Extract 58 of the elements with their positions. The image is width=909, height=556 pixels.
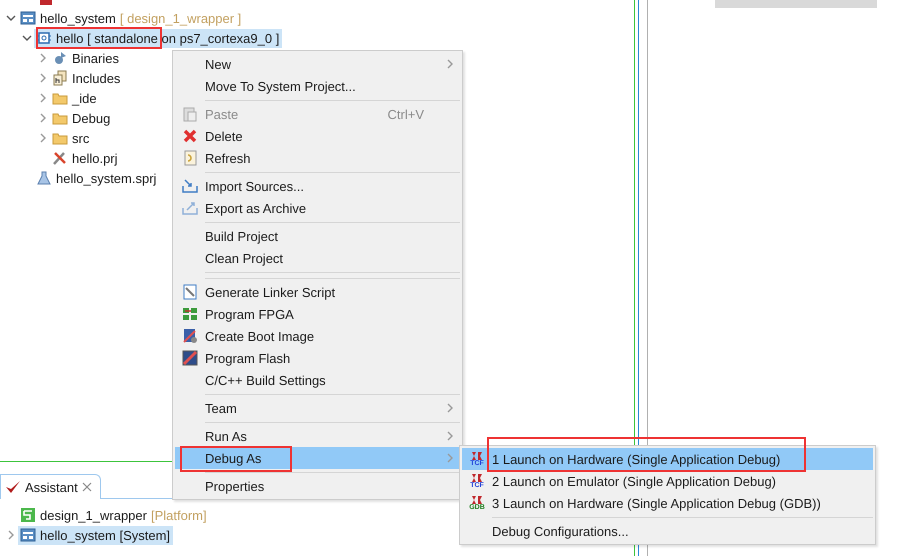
menu-item[interactable]: Program FPGA: [175, 303, 460, 325]
menu-item[interactable]: C/C++ Build Settings: [175, 369, 460, 391]
checkmark-icon: [5, 480, 21, 494]
tree-item[interactable]: design_1_wrapper [Platform]: [18, 506, 210, 524]
tree-item[interactable]: hello_system.sprj: [34, 168, 160, 188]
tree-item[interactable]: Includes: [50, 68, 124, 88]
menu-item[interactable]: Run As: [175, 425, 460, 447]
refresh-icon: [182, 150, 198, 166]
image-gear-icon: [182, 328, 198, 344]
expand-icon[interactable]: [38, 73, 48, 83]
close-icon[interactable]: [82, 482, 92, 492]
menu-item[interactable]: Build Project: [175, 225, 460, 247]
menu-item[interactable]: Export as Archive: [175, 197, 460, 219]
tree-item[interactable]: hello_system [ design_1_wrapper ]: [18, 8, 244, 28]
tree-item[interactable]: hello.prj: [50, 148, 121, 168]
system-icon: [20, 527, 36, 543]
expand-icon[interactable]: [38, 93, 48, 103]
tree-item[interactable]: Binaries: [50, 48, 122, 68]
menu-item[interactable]: Team: [175, 397, 460, 419]
menu-item[interactable]: New: [175, 53, 460, 75]
expand-icon[interactable]: [38, 133, 48, 143]
board-icon: [182, 306, 198, 322]
menu-item[interactable]: Import Sources...: [175, 175, 460, 197]
import-icon: [182, 178, 198, 194]
system-icon: [20, 10, 36, 26]
tree-item[interactable]: _ide: [50, 88, 100, 108]
binaries-icon: [52, 50, 68, 66]
menu-item[interactable]: Refresh: [175, 147, 460, 169]
document-icon: [182, 284, 198, 300]
delete-icon: [182, 128, 198, 144]
clipboard-icon: [182, 106, 198, 122]
menu-item[interactable]: Properties: [175, 475, 460, 497]
flask-icon: [36, 170, 52, 186]
expand-icon[interactable]: [6, 530, 16, 540]
collapse-icon[interactable]: [22, 33, 32, 43]
menu-item[interactable]: Debug As: [175, 447, 460, 469]
export-icon: [182, 200, 198, 216]
collapse-icon[interactable]: [6, 13, 16, 23]
menu-item[interactable]: Clean Project: [175, 247, 460, 269]
file-icon: [40, 0, 52, 5]
tree-item[interactable]: src: [50, 128, 92, 148]
expand-icon[interactable]: [38, 53, 48, 63]
menu-item[interactable]: Program Flash: [175, 347, 460, 369]
menu-item[interactable]: Move To System Project...: [175, 75, 460, 97]
menu-item[interactable]: Delete: [175, 125, 460, 147]
tree-item[interactable]: Debug: [50, 108, 114, 128]
platform-icon: [20, 507, 36, 523]
tree-item[interactable]: hello [ standalone on ps7_cortexa9_0 ]: [34, 28, 282, 48]
chip-icon: [36, 30, 52, 46]
menu-item[interactable]: Create Boot Image: [175, 325, 460, 347]
expand-icon[interactable]: [38, 113, 48, 123]
menu-item[interactable]: Debug Configurations...: [462, 520, 873, 542]
menu-item[interactable]: Generate Linker Script: [175, 281, 460, 303]
tree-item[interactable]: hello_system [System]: [18, 526, 174, 544]
tools-icon: [52, 150, 68, 166]
flash-icon: [182, 350, 198, 366]
assistant-tab[interactable]: Assistant: [0, 474, 101, 499]
includes-icon: [52, 70, 68, 86]
